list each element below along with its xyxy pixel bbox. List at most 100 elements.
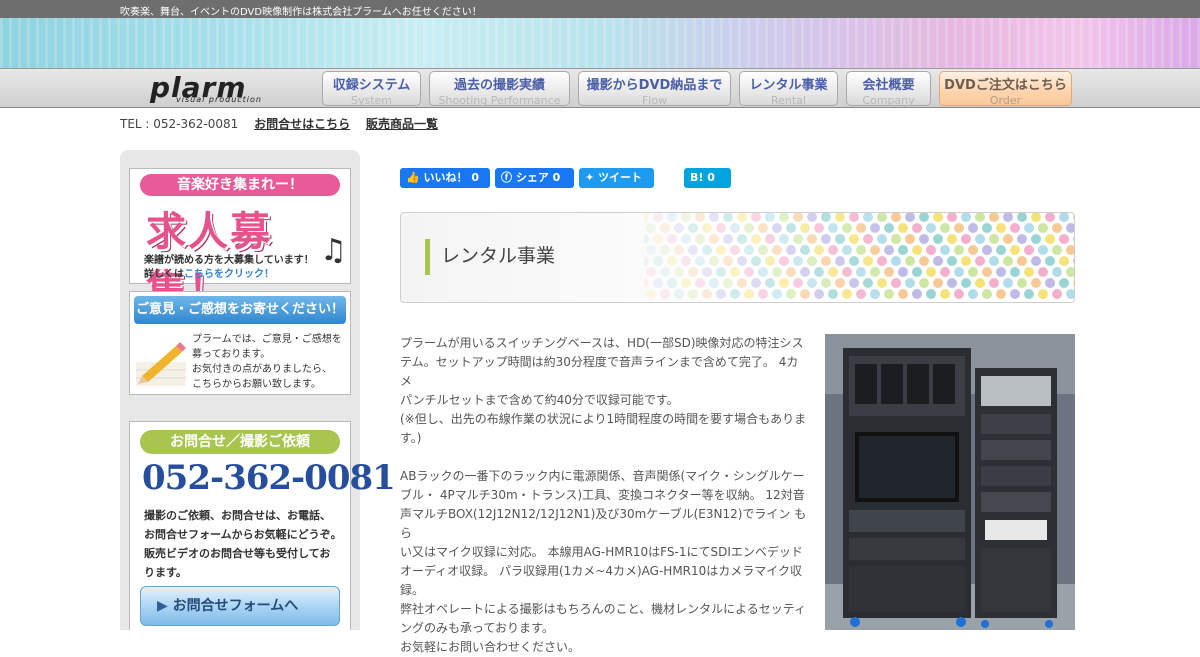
decorative-dot bbox=[926, 223, 936, 233]
contact-line: 販売ビデオのお問合せ等も受付してお bbox=[144, 547, 331, 560]
decorative-dots bbox=[644, 213, 1074, 299]
decorative-dot bbox=[996, 223, 1006, 233]
content-line: い又はマイク収録に対応。 本線用AG-HMR10はFS-1にてSDIエンベデッド bbox=[400, 545, 803, 559]
decorative-dot bbox=[996, 289, 1006, 299]
decorative-dot bbox=[800, 223, 810, 233]
products-link[interactable]: 販売商品一覧 bbox=[366, 117, 438, 131]
decorative-dot bbox=[961, 213, 971, 222]
feedback-banner[interactable]: ご意見・ご感想をお寄せください！ プラームでは、ご意見・ご感想を 募っております… bbox=[129, 291, 351, 395]
content-line: ABラックの一番下のラック内に電源関係、音声関係(マイク・シングルケー bbox=[400, 469, 805, 483]
twitter-bird-icon: ✦ bbox=[585, 171, 595, 184]
decorative-dot bbox=[800, 245, 810, 255]
decorative-dot bbox=[772, 223, 782, 233]
decorative-dot bbox=[821, 256, 831, 266]
tweet-button[interactable]: ✦ ツイート bbox=[579, 168, 654, 188]
decorative-dot bbox=[863, 234, 873, 244]
decorative-dot bbox=[644, 278, 649, 288]
decorative-dot bbox=[667, 234, 677, 244]
decorative-dot bbox=[982, 245, 992, 255]
facebook-share-button[interactable]: ⓕ シェア 0 bbox=[495, 168, 574, 188]
sidebar: 音楽好き集まれー！ 求人募集！ ♫ 楽譜が読める方を大募集しています！ 詳しくは… bbox=[120, 150, 396, 630]
recruit-pill: 音楽好き集まれー！ bbox=[140, 174, 340, 196]
decorative-dot bbox=[786, 245, 796, 255]
decorative-dot bbox=[842, 245, 852, 255]
content-line: ングのみも承っております。 bbox=[400, 621, 554, 635]
decorative-dot bbox=[933, 278, 943, 288]
decorative-dot bbox=[891, 234, 901, 244]
decorative-dot bbox=[1066, 289, 1074, 299]
decorative-dot bbox=[730, 223, 740, 233]
decorative-dot bbox=[989, 278, 999, 288]
decorative-dot bbox=[681, 256, 691, 266]
decorative-dot bbox=[688, 245, 698, 255]
decorative-dot bbox=[723, 213, 733, 222]
nav-label: DVDご注文はこちら bbox=[944, 78, 1067, 93]
recruit-link[interactable]: こちらをクリック！ bbox=[184, 269, 274, 280]
decorative-dot bbox=[912, 289, 922, 299]
contact-form-button[interactable]: ▶ お問合せフォームへ bbox=[140, 586, 340, 626]
decorative-dot bbox=[793, 256, 803, 266]
decorative-dot bbox=[723, 278, 733, 288]
thumbs-up-icon: 👍 bbox=[406, 171, 420, 184]
decorative-dot bbox=[828, 267, 838, 277]
hatena-bookmark-button[interactable]: B! 0 bbox=[684, 168, 731, 188]
decorative-dot bbox=[842, 289, 852, 299]
decorative-dot bbox=[919, 278, 929, 288]
decorative-dot bbox=[716, 223, 726, 233]
decorative-dot bbox=[898, 267, 908, 277]
facebook-icon: ⓕ bbox=[501, 171, 512, 184]
contact-line: 撮影のご依頼、お問合せは、お電話、 bbox=[144, 509, 331, 522]
decorative-dot bbox=[828, 223, 838, 233]
decorative-dot bbox=[681, 234, 691, 244]
decorative-dot bbox=[849, 256, 859, 266]
decorative-dot bbox=[807, 256, 817, 266]
contact-line: ります。 bbox=[144, 566, 187, 579]
decorative-dot bbox=[1045, 213, 1055, 222]
recruit-banner[interactable]: 音楽好き集まれー！ 求人募集！ ♫ 楽譜が読める方を大募集しています！ 詳しくは… bbox=[129, 168, 351, 313]
decorative-dot bbox=[1010, 223, 1020, 233]
play-arrow-icon: ▶ bbox=[157, 598, 168, 614]
decorative-dot bbox=[947, 256, 957, 266]
nav-label: 収録システム bbox=[332, 78, 411, 93]
decorative-dot bbox=[674, 245, 684, 255]
decorative-dot bbox=[891, 213, 901, 222]
nav-flow-button[interactable]: 撮影からDVD納品まで Flow bbox=[578, 71, 731, 107]
nav-label: 会社概要 bbox=[862, 78, 915, 93]
decorative-dot bbox=[660, 223, 670, 233]
nav-sublabel: Flow bbox=[641, 94, 668, 107]
decorative-dot bbox=[884, 223, 894, 233]
decorative-dot bbox=[653, 256, 663, 266]
decorative-dot bbox=[912, 245, 922, 255]
decorative-dot bbox=[779, 278, 789, 288]
decorative-dot bbox=[807, 213, 817, 222]
decorative-dot bbox=[1052, 267, 1062, 277]
nav-performance-button[interactable]: 過去の撮影実績 Shooting Performance bbox=[429, 71, 570, 107]
inquiry-link[interactable]: お問合せはこちら bbox=[254, 117, 350, 131]
nav-rental-button[interactable]: レンタル事業 Rental bbox=[739, 71, 838, 107]
decorative-dot bbox=[940, 267, 950, 277]
nav-order-button[interactable]: DVDご注文はこちら Order bbox=[939, 71, 1072, 107]
content-line: (※但し、出先の布線作業の状況により1時間程度の時間を要す場合もありま bbox=[400, 412, 807, 426]
decorative-dot bbox=[1010, 267, 1020, 277]
decorative-dot bbox=[723, 234, 733, 244]
decorative-dot bbox=[898, 289, 908, 299]
contact-heading: お問合せ／撮影ご依頼 bbox=[140, 430, 340, 454]
contact-form-label: お問合せフォームへ bbox=[172, 598, 299, 614]
decorative-dot bbox=[709, 278, 719, 288]
decorative-dot bbox=[926, 267, 936, 277]
decorative-dot bbox=[828, 289, 838, 299]
phone-number: TEL : 052-362-0081 bbox=[120, 117, 239, 131]
decorative-dot bbox=[730, 267, 740, 277]
plarm-logo[interactable]: plarm visual production bbox=[150, 71, 285, 105]
nav-system-button[interactable]: 収録システム System bbox=[322, 71, 421, 107]
decorative-dot bbox=[877, 213, 887, 222]
decorative-dot bbox=[891, 278, 901, 288]
content-line: パンチルセットまで含めて約40分で収録可能です。 bbox=[400, 393, 679, 407]
facebook-like-button[interactable]: 👍 いいね！ 0 bbox=[400, 168, 490, 188]
decorative-dot bbox=[898, 223, 908, 233]
decorative-dot bbox=[821, 213, 831, 222]
decorative-dot bbox=[1045, 278, 1055, 288]
decorative-dot bbox=[1052, 289, 1062, 299]
decorative-dot bbox=[667, 278, 677, 288]
nav-company-button[interactable]: 会社概要 Company bbox=[846, 71, 931, 107]
